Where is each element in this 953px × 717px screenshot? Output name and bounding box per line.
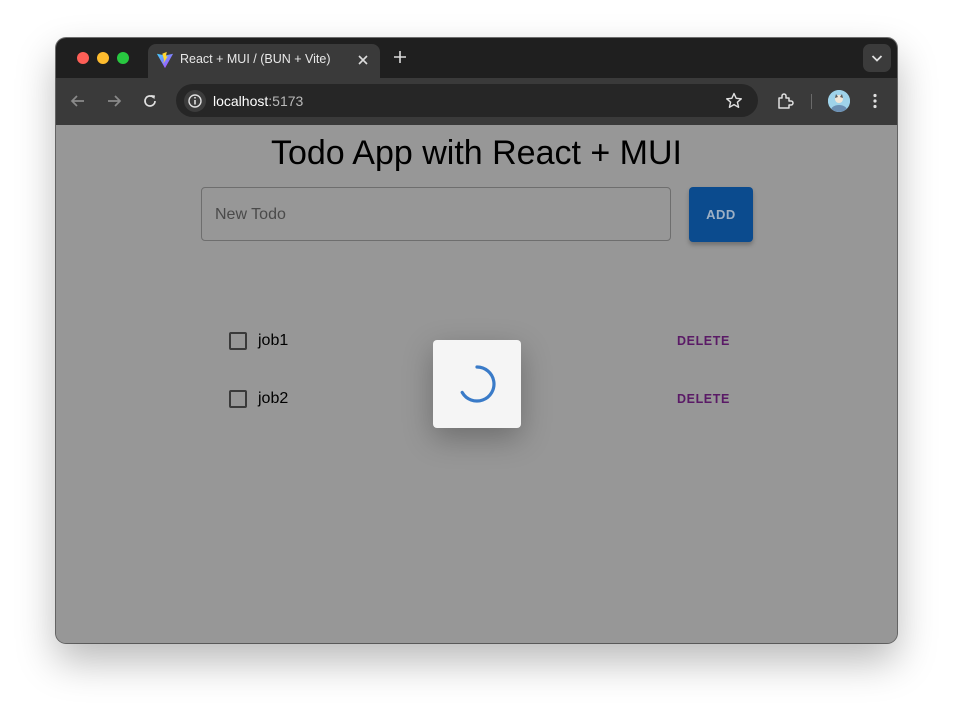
- delete-button[interactable]: DELETE: [677, 392, 730, 406]
- loading-dialog: [433, 340, 521, 428]
- loading-spinner-icon: [460, 365, 496, 403]
- url-text: localhost:5173: [213, 93, 303, 109]
- new-tab-button[interactable]: [391, 48, 409, 66]
- close-window-button[interactable]: [77, 52, 89, 64]
- chevron-down-icon: [871, 55, 883, 62]
- todo-label: job1: [258, 332, 289, 349]
- site-info-icon[interactable]: [184, 90, 206, 112]
- star-icon[interactable]: [724, 91, 744, 111]
- minimize-window-button[interactable]: [97, 52, 109, 64]
- tab-search-button[interactable]: [863, 44, 891, 72]
- browser-tab-active[interactable]: React + MUI / (BUN + Vite): [148, 44, 380, 78]
- new-todo-placeholder: New Todo: [215, 206, 286, 223]
- url-port: :5173: [268, 93, 304, 109]
- vite-favicon-icon: [156, 51, 174, 69]
- forward-arrow-icon[interactable]: [103, 90, 125, 112]
- url-host: localhost: [213, 93, 269, 109]
- reload-icon[interactable]: [139, 90, 161, 112]
- page-title: Todo App with React + MUI: [270, 134, 683, 172]
- profile-avatar[interactable]: [828, 90, 850, 112]
- tab-title: React + MUI / (BUN + Vite): [180, 52, 331, 66]
- tab-strip: React + MUI / (BUN + Vite): [56, 38, 897, 78]
- todo-checkbox[interactable]: [229, 332, 247, 350]
- delete-button[interactable]: DELETE: [677, 334, 730, 348]
- close-tab-icon[interactable]: [356, 53, 370, 67]
- back-arrow-icon[interactable]: [67, 90, 89, 112]
- browser-toolbar: localhost:5173: [56, 78, 897, 125]
- extensions-icon[interactable]: [774, 90, 796, 112]
- more-vert-icon[interactable]: [864, 90, 886, 112]
- new-todo-input[interactable]: New Todo: [201, 187, 671, 241]
- todo-label: job2: [258, 390, 289, 407]
- page-content: Todo App with React + MUI New Todo ADD j…: [56, 125, 897, 643]
- add-button[interactable]: ADD: [689, 187, 753, 242]
- address-bar[interactable]: localhost:5173: [176, 84, 758, 117]
- maximize-window-button[interactable]: [117, 52, 129, 64]
- plus-icon: [394, 51, 406, 63]
- toolbar-divider: [811, 94, 812, 109]
- browser-window: React + MUI / (BUN + Vite) localhost:517…: [56, 38, 897, 643]
- todo-checkbox[interactable]: [229, 390, 247, 408]
